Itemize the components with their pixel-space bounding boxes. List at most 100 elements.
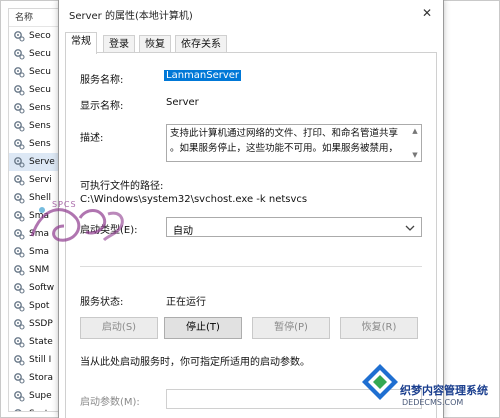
dialog-titlebar[interactable]: Server 的属性(本地计算机) ✕: [59, 0, 443, 26]
tab-dependencies[interactable]: 依存关系: [175, 35, 227, 53]
description-box[interactable]: 支持此计算机通过网络的文件、打印、和命名管道共享 。如果服务停止，这些功能不可用…: [166, 124, 422, 162]
service-list-item-label: Seco: [29, 31, 51, 41]
startup-type-label: 启动类型(E):: [80, 225, 138, 236]
service-list-item[interactable]: State: [9, 333, 63, 351]
service-list-item-label: Sens: [29, 121, 51, 131]
service-list-item[interactable]: Sma: [9, 207, 63, 225]
services-list: 名称 Seco Secu Secu Secu Sens Sens Sens Serve Serv…: [8, 8, 64, 412]
service-list-item-label: Secu: [29, 67, 51, 77]
service-list-item-label: SNM: [29, 265, 50, 275]
tab-recovery[interactable]: 恢复: [139, 35, 171, 53]
gear-icon: [14, 67, 25, 78]
start-button[interactable]: 启动(S): [80, 317, 158, 339]
gear-icon: [14, 301, 25, 312]
section-divider: [80, 266, 422, 267]
service-list-item[interactable]: Syste: [9, 405, 63, 411]
start-params-input[interactable]: [166, 389, 422, 409]
service-list-item[interactable]: Sma: [9, 243, 63, 261]
service-list-item[interactable]: Spot: [9, 297, 63, 315]
service-name-label: 服务名称:: [80, 75, 124, 86]
service-list-item[interactable]: Softw: [9, 279, 63, 297]
exe-path-label: 可执行文件的路径:: [80, 181, 164, 192]
services-list-header[interactable]: 名称: [9, 9, 63, 27]
gear-icon: [14, 355, 25, 366]
service-list-item[interactable]: Secu: [9, 63, 63, 81]
gear-icon: [14, 121, 25, 132]
service-list-item[interactable]: SSDP: [9, 315, 63, 333]
startup-type-select[interactable]: 自动: [166, 217, 422, 237]
service-list-item[interactable]: Still I: [9, 351, 63, 369]
service-list-item-label: Sma: [29, 211, 49, 221]
service-list-item[interactable]: Supe: [9, 387, 63, 405]
display-name-label: 显示名称:: [80, 101, 124, 112]
display-name-value[interactable]: Server: [166, 97, 199, 108]
tab-logon[interactable]: 登录: [103, 35, 135, 53]
service-list-item-label: Still I: [29, 355, 52, 365]
services-rows: Seco Secu Secu Secu Sens Sens Sens Serve Servi Sh…: [9, 27, 63, 411]
service-list-item-label: Stora: [29, 373, 53, 383]
service-list-item-label: Spot: [29, 301, 50, 311]
description-line-2: 。如果服务停止，这些功能不可用。如果服务被禁用，: [170, 143, 399, 154]
resume-button[interactable]: 恢复(R): [340, 317, 418, 339]
service-list-item-label: Serve: [29, 157, 55, 167]
service-list-item[interactable]: Secu: [9, 81, 63, 99]
gear-icon: [14, 409, 22, 411]
description-label: 描述:: [80, 133, 104, 144]
service-list-item-label: Supe: [29, 391, 52, 401]
general-panel: 服务名称: LanmanServer 显示名称: Server 描述: 支持此计…: [65, 52, 437, 418]
gear-icon: [14, 103, 25, 114]
service-list-item[interactable]: Shell: [9, 189, 63, 207]
service-list-item-label: Softw: [29, 283, 55, 293]
stop-button[interactable]: 停止(T): [164, 317, 242, 339]
service-list-item[interactable]: Servi: [9, 171, 63, 189]
gear-icon: [14, 337, 25, 348]
gear-icon: [14, 265, 25, 276]
start-params-hint: 当从此处启动服务时，你可指定所适用的启动参数。: [80, 357, 310, 368]
service-list-item-label: Sens: [29, 103, 51, 113]
service-list-item-label: SSDP: [29, 319, 53, 329]
service-list-item[interactable]: Sma: [9, 225, 63, 243]
properties-dialog: Server 的属性(本地计算机) ✕ 常规 登录 恢复 依存关系 服务名称: …: [58, 0, 444, 418]
service-status-value: 正在运行: [166, 297, 206, 308]
gear-icon: [14, 31, 25, 42]
gear-icon: [14, 157, 25, 168]
close-button[interactable]: ✕: [411, 0, 443, 26]
service-list-item-label: Secu: [29, 49, 51, 59]
gear-icon: [14, 85, 25, 96]
service-list-item-label: Sma: [29, 247, 49, 257]
gear-icon: [14, 175, 25, 186]
gear-icon: [14, 193, 25, 204]
service-list-item[interactable]: Sens: [9, 99, 63, 117]
service-list-item-label: State: [29, 337, 53, 347]
service-list-item-label: Secu: [29, 85, 51, 95]
service-list-item[interactable]: Serve: [9, 153, 63, 171]
exe-path-value: C:\Windows\system32\svchost.exe -k netsv…: [80, 194, 308, 205]
start-params-label: 启动参数(M):: [80, 397, 140, 408]
close-icon: ✕: [421, 6, 433, 20]
gear-icon: [14, 49, 25, 60]
service-list-item[interactable]: Sens: [9, 117, 63, 135]
service-name-value[interactable]: LanmanServer: [164, 70, 242, 81]
service-list-item-label: Servi: [29, 175, 52, 185]
startup-type-value: 自动: [173, 226, 193, 237]
service-list-item-label: Shell: [29, 193, 51, 203]
service-list-item[interactable]: SNM: [9, 261, 63, 279]
gear-icon: [14, 319, 25, 330]
gear-icon: [14, 139, 25, 150]
gear-icon: [14, 211, 25, 222]
service-list-item-label: Sens: [29, 139, 51, 149]
service-list-item-label: Syste: [29, 409, 54, 411]
scroll-down-icon[interactable]: ▼: [410, 150, 420, 160]
service-status-label: 服务状态:: [80, 297, 124, 308]
scroll-up-icon[interactable]: ▲: [410, 126, 420, 136]
service-list-item[interactable]: Sens: [9, 135, 63, 153]
gear-icon: [14, 373, 25, 384]
dialog-title: Server 的属性(本地计算机): [69, 11, 193, 22]
gear-icon: [14, 247, 25, 258]
service-list-item[interactable]: Stora: [9, 369, 63, 387]
gear-icon: [14, 229, 25, 240]
service-list-item[interactable]: Secu: [9, 45, 63, 63]
service-list-item[interactable]: Seco: [9, 27, 63, 45]
pause-button[interactable]: 暂停(P): [252, 317, 330, 339]
tab-general[interactable]: 常规: [65, 32, 97, 54]
